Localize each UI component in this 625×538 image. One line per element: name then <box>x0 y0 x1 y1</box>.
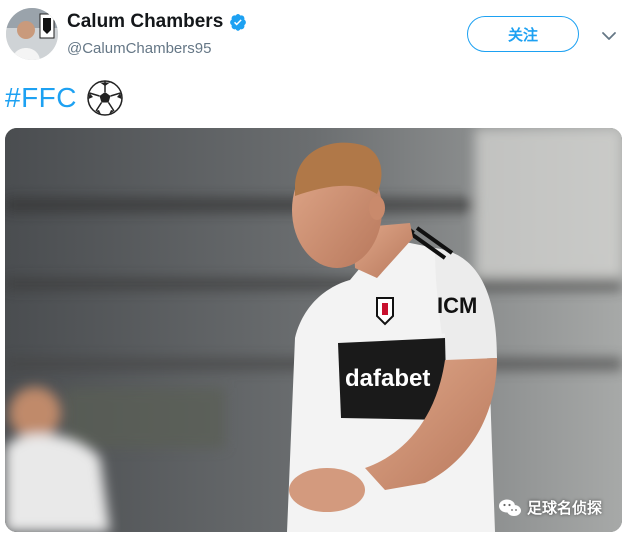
watermark: 足球名侦探 <box>498 497 602 518</box>
wechat-icon <box>498 499 521 516</box>
sleeve-sponsor-text: ICM <box>437 293 477 318</box>
follow-button[interactable]: 关注 <box>467 16 579 52</box>
tweet-text: #FFC <box>5 80 123 116</box>
chevron-down-icon[interactable] <box>601 28 617 44</box>
avatar-image <box>6 8 58 60</box>
hashtag-link[interactable]: #FFC <box>5 82 77 114</box>
watermark-text: 足球名侦探 <box>526 500 602 517</box>
jersey-sponsor-text: dafabet <box>345 365 430 392</box>
user-handle[interactable]: @CalumChambers95 <box>67 40 211 57</box>
display-name[interactable]: Calum Chambers <box>67 11 223 33</box>
verified-badge-icon <box>230 13 247 31</box>
soccer-ball-icon <box>87 80 123 116</box>
name-row: Calum Chambers <box>67 11 247 33</box>
player-photo: dafabet ICM <box>5 128 622 532</box>
profile-avatar[interactable] <box>6 8 58 60</box>
tweet-photo[interactable]: dafabet ICM 足球名侦探 <box>5 128 622 532</box>
